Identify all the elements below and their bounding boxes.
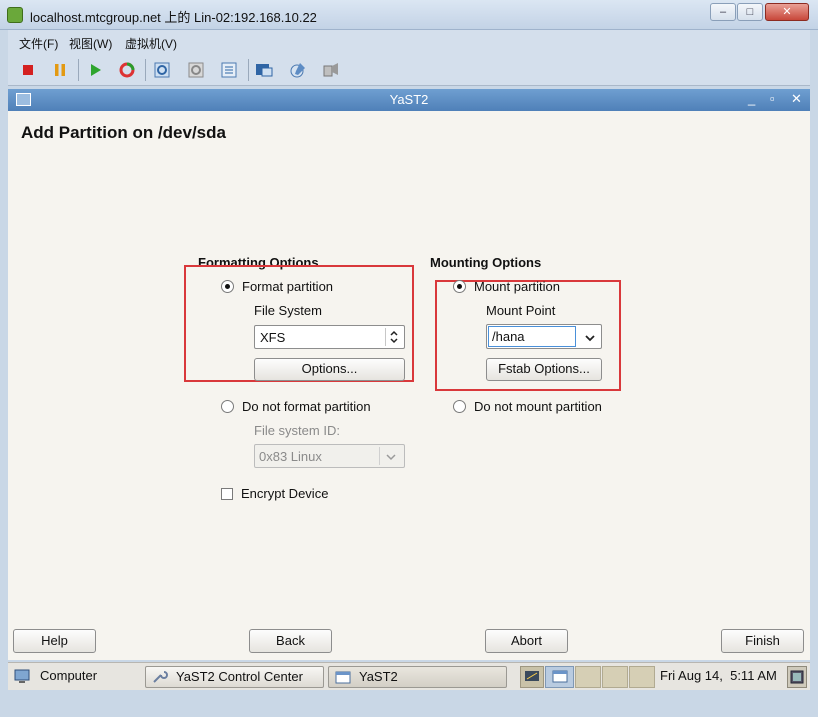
screen-icon [790, 670, 804, 684]
tray-button[interactable] [787, 666, 807, 688]
yast-maximize-button[interactable]: ▫ [770, 91, 775, 106]
task-label: YaST2 Control Center [176, 669, 303, 684]
task-label: YaST2 [359, 669, 398, 684]
do-not-format-radio[interactable] [221, 400, 234, 413]
window-bottom-border [0, 691, 818, 717]
encrypt-device-checkbox[interactable] [221, 488, 233, 500]
outer-close-button[interactable]: ✕ [765, 3, 809, 21]
window-icon [552, 670, 568, 683]
workspace-2[interactable] [575, 666, 601, 688]
finish-button[interactable]: Finish [721, 629, 804, 653]
menu-view[interactable]: 视图(W) [69, 35, 112, 52]
page-title: Add Partition on /dev/sda [21, 123, 226, 142]
chevron-down-icon [386, 454, 396, 461]
fs-id-select[interactable]: 0x83 Linux [254, 444, 405, 468]
outer-minimize-button[interactable]: – [710, 3, 736, 21]
updown-arrows-icon [390, 330, 398, 344]
clock[interactable]: Fri Aug 14, 5:11 AM [660, 668, 777, 683]
pause-icon[interactable] [50, 60, 70, 80]
task-yast2[interactable]: YaST2 [328, 666, 507, 688]
abort-button[interactable]: Abort [485, 629, 568, 653]
edit-settings-icon[interactable] [288, 60, 308, 80]
format-options-button[interactable]: Options... [254, 358, 405, 381]
outer-maximize-button[interactable]: □ [737, 3, 763, 21]
task-yast-control-center[interactable]: YaST2 Control Center [145, 666, 324, 688]
do-not-mount-label[interactable]: Do not mount partition [474, 399, 602, 414]
computer-menu[interactable] [14, 668, 40, 684]
mount-partition-radio[interactable] [453, 280, 466, 293]
revert-snapshot-icon[interactable] [186, 60, 206, 80]
taskbar: Computer YaST2 Control Center YaST2 Fri … [8, 662, 810, 690]
yast-window-titlebar: YaST2 _ ▫ ✕ [8, 89, 810, 111]
file-system-select[interactable]: XFS [254, 325, 405, 349]
mounting-options-title: Mounting Options [430, 255, 542, 270]
snapshot-manager-icon[interactable] [219, 60, 239, 80]
outer-window-titlebar: localhost.mtcgroup.net 上的 Lin-02:192.168… [0, 0, 818, 30]
chevron-down-icon[interactable] [584, 333, 596, 343]
menubar: 文件(F) 视图(W) 虚拟机(V) [8, 30, 810, 54]
reset-icon[interactable] [117, 60, 137, 80]
help-button[interactable]: Help [13, 629, 96, 653]
mount-point-value[interactable]: /hana [492, 329, 525, 344]
power-on-icon[interactable] [85, 60, 105, 80]
wrench-icon [153, 671, 168, 683]
workspace-1[interactable] [545, 666, 574, 688]
menu-vm[interactable]: 虚拟机(V) [125, 35, 177, 52]
file-system-value: XFS [260, 330, 286, 345]
workspace-4[interactable] [629, 666, 655, 688]
yast-window-title: YaST2 [389, 92, 429, 107]
menu-file[interactable]: 文件(F) [19, 35, 58, 52]
format-partition-label[interactable]: Format partition [242, 279, 333, 294]
yast-minimize-button[interactable]: _ [748, 91, 755, 106]
back-button[interactable]: Back [249, 629, 332, 653]
vm-console-icon [7, 7, 23, 23]
mount-partition-label[interactable]: Mount partition [474, 279, 560, 294]
yast-dialog: Add Partition on /dev/sda Formatting Opt… [8, 111, 810, 660]
do-not-mount-radio[interactable] [453, 400, 466, 413]
mount-point-combo[interactable]: /hana [486, 324, 602, 349]
toolbar [8, 54, 810, 86]
snapshot-icon[interactable] [152, 60, 172, 80]
console-icon[interactable] [254, 60, 274, 80]
file-system-label: File System [254, 303, 322, 318]
monitor-icon [525, 671, 539, 681]
yast-close-button[interactable]: ✕ [791, 91, 802, 107]
outer-window-title: localhost.mtcgroup.net 上的 Lin-02:192.168… [30, 10, 317, 25]
fs-id-label: File system ID: [254, 423, 340, 438]
do-not-format-label[interactable]: Do not format partition [242, 399, 371, 414]
encrypt-device-label[interactable]: Encrypt Device [241, 486, 328, 501]
fs-id-value: 0x83 Linux [259, 449, 322, 464]
show-desktop-button[interactable] [520, 666, 544, 688]
mount-point-label: Mount Point [486, 303, 556, 318]
fstab-options-button[interactable]: Fstab Options... [486, 358, 602, 381]
computer-label[interactable]: Computer [40, 668, 97, 683]
computer-icon [14, 669, 30, 683]
window-icon [335, 671, 351, 684]
workspace-3[interactable] [602, 666, 628, 688]
power-off-icon[interactable] [18, 60, 38, 80]
format-partition-radio[interactable] [221, 280, 234, 293]
devices-icon[interactable] [321, 60, 341, 80]
